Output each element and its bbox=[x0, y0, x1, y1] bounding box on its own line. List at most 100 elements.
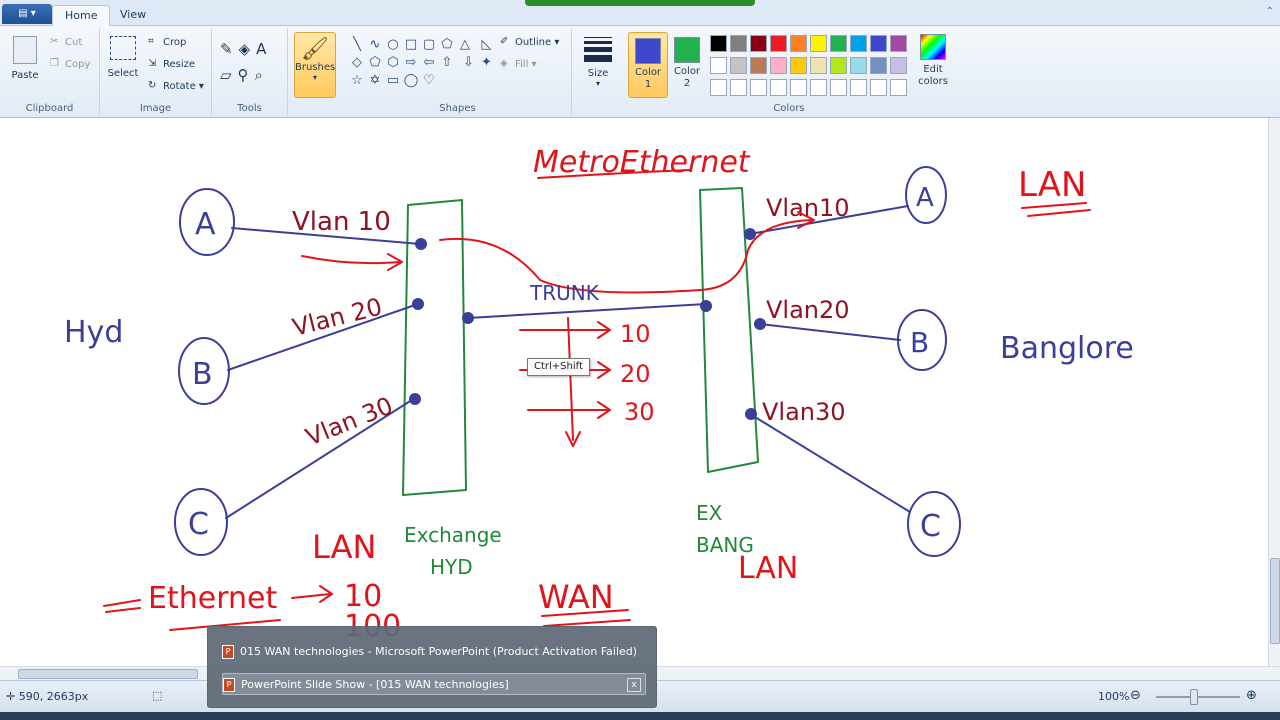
palette-swatch[interactable] bbox=[750, 35, 767, 52]
curve-shape-icon[interactable]: ∿ bbox=[367, 37, 383, 53]
lan-right-label: LAN bbox=[738, 551, 798, 586]
palette-swatch[interactable] bbox=[710, 79, 727, 96]
palette-swatch[interactable] bbox=[870, 57, 887, 74]
brushes-button[interactable]: 🖌 Brushes ▾ bbox=[294, 32, 336, 98]
palette-swatch[interactable] bbox=[830, 79, 847, 96]
palette-swatch[interactable] bbox=[790, 57, 807, 74]
palette-swatch[interactable] bbox=[890, 57, 907, 74]
palette-swatch[interactable] bbox=[830, 57, 847, 74]
paste-button[interactable]: Paste bbox=[8, 36, 42, 92]
drawing-canvas[interactable]: MetroEthernet LAN Hyd Banglore A B C A B… bbox=[0, 118, 1268, 666]
hexagon-shape-icon[interactable]: ⬡ bbox=[385, 55, 401, 71]
shapes-group-label: Shapes bbox=[439, 103, 476, 114]
palette-swatch[interactable] bbox=[870, 79, 887, 96]
fill-button[interactable]: ◈ Fill ▾ bbox=[500, 58, 537, 70]
right-triangle-shape-icon[interactable]: ◺ bbox=[479, 37, 495, 53]
triangle-shape-icon[interactable]: △ bbox=[457, 37, 473, 53]
palette-swatch[interactable] bbox=[810, 57, 827, 74]
cut-button[interactable]: ✂ Cut bbox=[50, 36, 82, 48]
arrow-right-shape-icon[interactable]: ⇨ bbox=[403, 55, 419, 71]
zoom-in-icon[interactable]: ⊕ bbox=[1246, 688, 1257, 703]
pentagon-shape-icon[interactable]: ⬠ bbox=[367, 55, 383, 71]
vertical-scrollbar[interactable] bbox=[1268, 118, 1280, 666]
resize-button[interactable]: ⇲ Resize bbox=[148, 58, 195, 70]
arrow-up-shape-icon[interactable]: ⇧ bbox=[439, 55, 455, 71]
crop-button[interactable]: ⌗ Crop bbox=[148, 36, 186, 48]
palette-swatch[interactable] bbox=[750, 57, 767, 74]
six-point-star-shape-icon[interactable]: ✡ bbox=[367, 73, 383, 89]
oval-shape-icon[interactable]: ○ bbox=[385, 37, 401, 53]
zoom-slider[interactable] bbox=[1156, 696, 1240, 698]
whiteboard-drawing: MetroEthernet LAN Hyd Banglore A B C A B… bbox=[64, 145, 1134, 644]
palette-swatch[interactable] bbox=[710, 35, 727, 52]
right-vlan-20: Vlan20 bbox=[766, 296, 850, 324]
palette-swatch[interactable] bbox=[830, 35, 847, 52]
select-button[interactable]: Select bbox=[106, 36, 140, 94]
oval-callout-shape-icon[interactable]: ◯ bbox=[403, 73, 419, 89]
tab-home[interactable]: Home bbox=[52, 5, 111, 27]
text-icon[interactable]: A bbox=[256, 40, 272, 58]
palette-swatch[interactable] bbox=[790, 35, 807, 52]
color1-button[interactable]: Color 1 bbox=[628, 32, 668, 98]
heart-shape-icon[interactable]: ♡ bbox=[421, 73, 437, 89]
rounded-rectangle-shape-icon[interactable]: ▢ bbox=[421, 37, 437, 53]
palette-swatch[interactable] bbox=[850, 79, 867, 96]
app-menu-button[interactable]: ▤ ▾ bbox=[2, 4, 52, 24]
pencil-icon[interactable]: ✎ bbox=[220, 40, 239, 58]
clipboard-icon bbox=[13, 36, 37, 64]
arrow-down-shape-icon[interactable]: ⇩ bbox=[461, 55, 477, 71]
copy-button[interactable]: ❐ Copy bbox=[50, 58, 90, 70]
vertical-scroll-thumb[interactable] bbox=[1270, 558, 1280, 644]
edit-colors-button[interactable]: Edit colors bbox=[914, 34, 952, 100]
popup-item-slideshow[interactable]: P PowerPoint Slide Show - [015 WAN techno… bbox=[222, 673, 646, 695]
palette-swatch[interactable] bbox=[730, 57, 747, 74]
rectangle-shape-icon[interactable]: □ bbox=[403, 37, 419, 53]
palette-swatch[interactable] bbox=[750, 79, 767, 96]
five-point-star-shape-icon[interactable]: ☆ bbox=[349, 73, 365, 89]
palette-swatch[interactable] bbox=[770, 57, 787, 74]
callout-shape-icon[interactable]: ▭ bbox=[385, 73, 401, 89]
colors-group-label: Colors bbox=[773, 103, 805, 114]
diamond-shape-icon[interactable]: ◇ bbox=[349, 55, 365, 71]
palette-swatch[interactable] bbox=[810, 35, 827, 52]
eraser-icon[interactable]: ▱ bbox=[220, 66, 238, 84]
palette-swatch[interactable] bbox=[850, 57, 867, 74]
color2-button[interactable]: Color 2 bbox=[670, 32, 704, 98]
fill-icon: ◈ bbox=[500, 58, 508, 69]
palette-swatch[interactable] bbox=[790, 79, 807, 96]
right-node-a: A bbox=[916, 183, 934, 213]
fill-bucket-icon[interactable]: ◈ bbox=[239, 40, 257, 58]
palette-swatch[interactable] bbox=[850, 35, 867, 52]
ribbon: Paste ✂ Cut ❐ Copy Clipboard Select ⌗ Crop … bbox=[0, 26, 1280, 118]
lan-top-label: LAN bbox=[1018, 165, 1086, 205]
outline-brush-icon: ✐ bbox=[500, 36, 509, 47]
palette-swatch[interactable] bbox=[710, 57, 727, 74]
four-point-star-shape-icon[interactable]: ✦ bbox=[479, 55, 495, 71]
horizontal-scroll-thumb[interactable] bbox=[18, 669, 198, 679]
size-button[interactable]: Size ▾ bbox=[578, 34, 618, 98]
scissors-icon: ✂ bbox=[50, 36, 59, 47]
left-vlan-10: Vlan 10 bbox=[292, 207, 391, 237]
color-picker-icon[interactable]: ⚲ bbox=[238, 66, 255, 84]
outline-button[interactable]: ✐ Outline ▾ bbox=[500, 36, 559, 48]
arrow-left-shape-icon[interactable]: ⇦ bbox=[421, 55, 437, 71]
resize-icon: ⇲ bbox=[148, 58, 157, 69]
zoom-slider-thumb[interactable] bbox=[1190, 689, 1198, 705]
rotate-button[interactable]: ↻ Rotate ▾ bbox=[148, 80, 204, 92]
palette-swatch[interactable] bbox=[730, 79, 747, 96]
palette-swatch[interactable] bbox=[890, 35, 907, 52]
palette-swatch[interactable] bbox=[890, 79, 907, 96]
minimize-ribbon-icon[interactable]: ⌃ bbox=[1266, 6, 1274, 17]
close-icon[interactable]: x bbox=[627, 678, 641, 692]
palette-swatch[interactable] bbox=[730, 35, 747, 52]
zoom-out-icon[interactable]: ⊖ bbox=[1130, 688, 1141, 703]
palette-swatch[interactable] bbox=[770, 35, 787, 52]
palette-swatch[interactable] bbox=[770, 79, 787, 96]
tab-view[interactable]: View bbox=[108, 5, 158, 27]
palette-swatch[interactable] bbox=[810, 79, 827, 96]
polygon-shape-icon[interactable]: ⬠ bbox=[439, 37, 455, 53]
palette-swatch[interactable] bbox=[870, 35, 887, 52]
magnifier-icon[interactable]: ⌕ bbox=[255, 66, 269, 84]
line-shape-icon[interactable]: ╲ bbox=[349, 37, 365, 53]
popup-item-powerpoint[interactable]: P 015 WAN technologies - Microsoft PowerP… bbox=[222, 641, 646, 663]
